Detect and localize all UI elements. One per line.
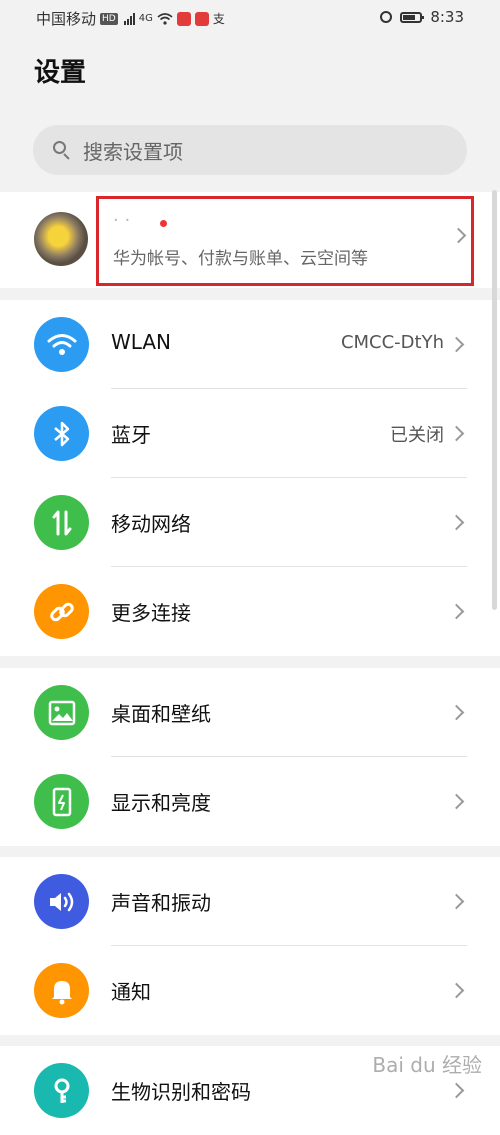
chevron-right-icon [448,1082,465,1099]
chevron-right-icon [448,336,465,353]
alipay-icon: 支 [212,12,225,26]
settings-item-label: 声音和振动 [111,891,211,915]
settings-item-value: CMCC-DtYh [340,332,444,353]
wifi-icon [34,317,89,372]
wifi-status-icon [157,12,173,25]
chevron-right-icon [448,425,465,442]
carrier-label: 中国移动 [36,10,97,28]
search-input[interactable]: 搜索设置项 [33,125,467,175]
bell-icon [34,963,89,1018]
clock: 8:33 [430,8,464,26]
settings-item-sound-vibration[interactable]: 声音和振动 [0,857,500,946]
highlight-annotation [96,196,474,286]
settings-item-display-brightness[interactable]: 显示和亮度 [0,757,500,846]
alarm-icon [380,11,393,23]
account-card[interactable]: · · 华为帐号、付款与账单、云空间等 [0,192,500,288]
chevron-right-icon [448,982,465,999]
chevron-right-icon [448,514,465,531]
settings-item-wlan[interactable]: WLAN CMCC-DtYh [0,300,500,389]
sound-icon [34,874,89,929]
settings-item-mobile-network[interactable]: 移动网络 [0,478,500,567]
settings-item-label: 蓝牙 [111,423,151,447]
search-icon [53,141,71,160]
link-icon [34,584,89,639]
settings-item-more-connections[interactable]: 更多连接 [0,567,500,656]
display-group: 桌面和壁纸 显示和亮度 [0,668,500,846]
wallpaper-icon [34,685,89,740]
chevron-right-icon [448,793,465,810]
bluetooth-icon [34,406,89,461]
settings-item-bluetooth[interactable]: 蓝牙 已关闭 [0,389,500,478]
connectivity-group: WLAN CMCC-DtYh 蓝牙 已关闭 移动网络 更多连接 [0,300,500,656]
avatar [34,212,88,266]
settings-item-label: 显示和亮度 [111,791,211,815]
settings-item-label: 更多连接 [111,601,191,625]
chevron-right-icon [448,893,465,910]
settings-item-label: WLAN [111,330,172,354]
settings-item-home-wallpaper[interactable]: 桌面和壁纸 [0,668,500,757]
notification-app-icon [176,11,191,26]
notification-app-icon [194,11,209,26]
chevron-right-icon [448,704,465,721]
hd-badge: HD [100,12,118,25]
key-icon [34,1063,89,1118]
signal-icon [123,12,135,25]
settings-item-label: 移动网络 [111,512,191,536]
settings-screen: 中国移动 HD 4G 支 8:33 设置 搜索设置项 · · 华为帐号、付款与账… [0,0,500,1135]
mobile-data-icon [34,495,89,550]
settings-item-label: 通知 [111,980,151,1004]
page-title: 设置 [34,58,87,88]
chevron-right-icon [448,603,465,620]
baidu-watermark: Bai du 经验 [372,1053,482,1077]
battery-icon [400,11,425,23]
network-type: 4G [138,13,153,24]
settings-item-value: 已关闭 [390,425,444,446]
display-icon [34,774,89,829]
sound-notification-group: 声音和振动 通知 [0,857,500,1035]
scrollbar[interactable] [492,190,497,610]
search-placeholder: 搜索设置项 [83,139,183,164]
settings-item-label: 生物识别和密码 [111,1080,251,1104]
settings-item-notifications[interactable]: 通知 [0,946,500,1035]
settings-item-label: 桌面和壁纸 [111,702,211,726]
status-bar: 中国移动 HD 4G 支 8:33 [0,0,500,36]
